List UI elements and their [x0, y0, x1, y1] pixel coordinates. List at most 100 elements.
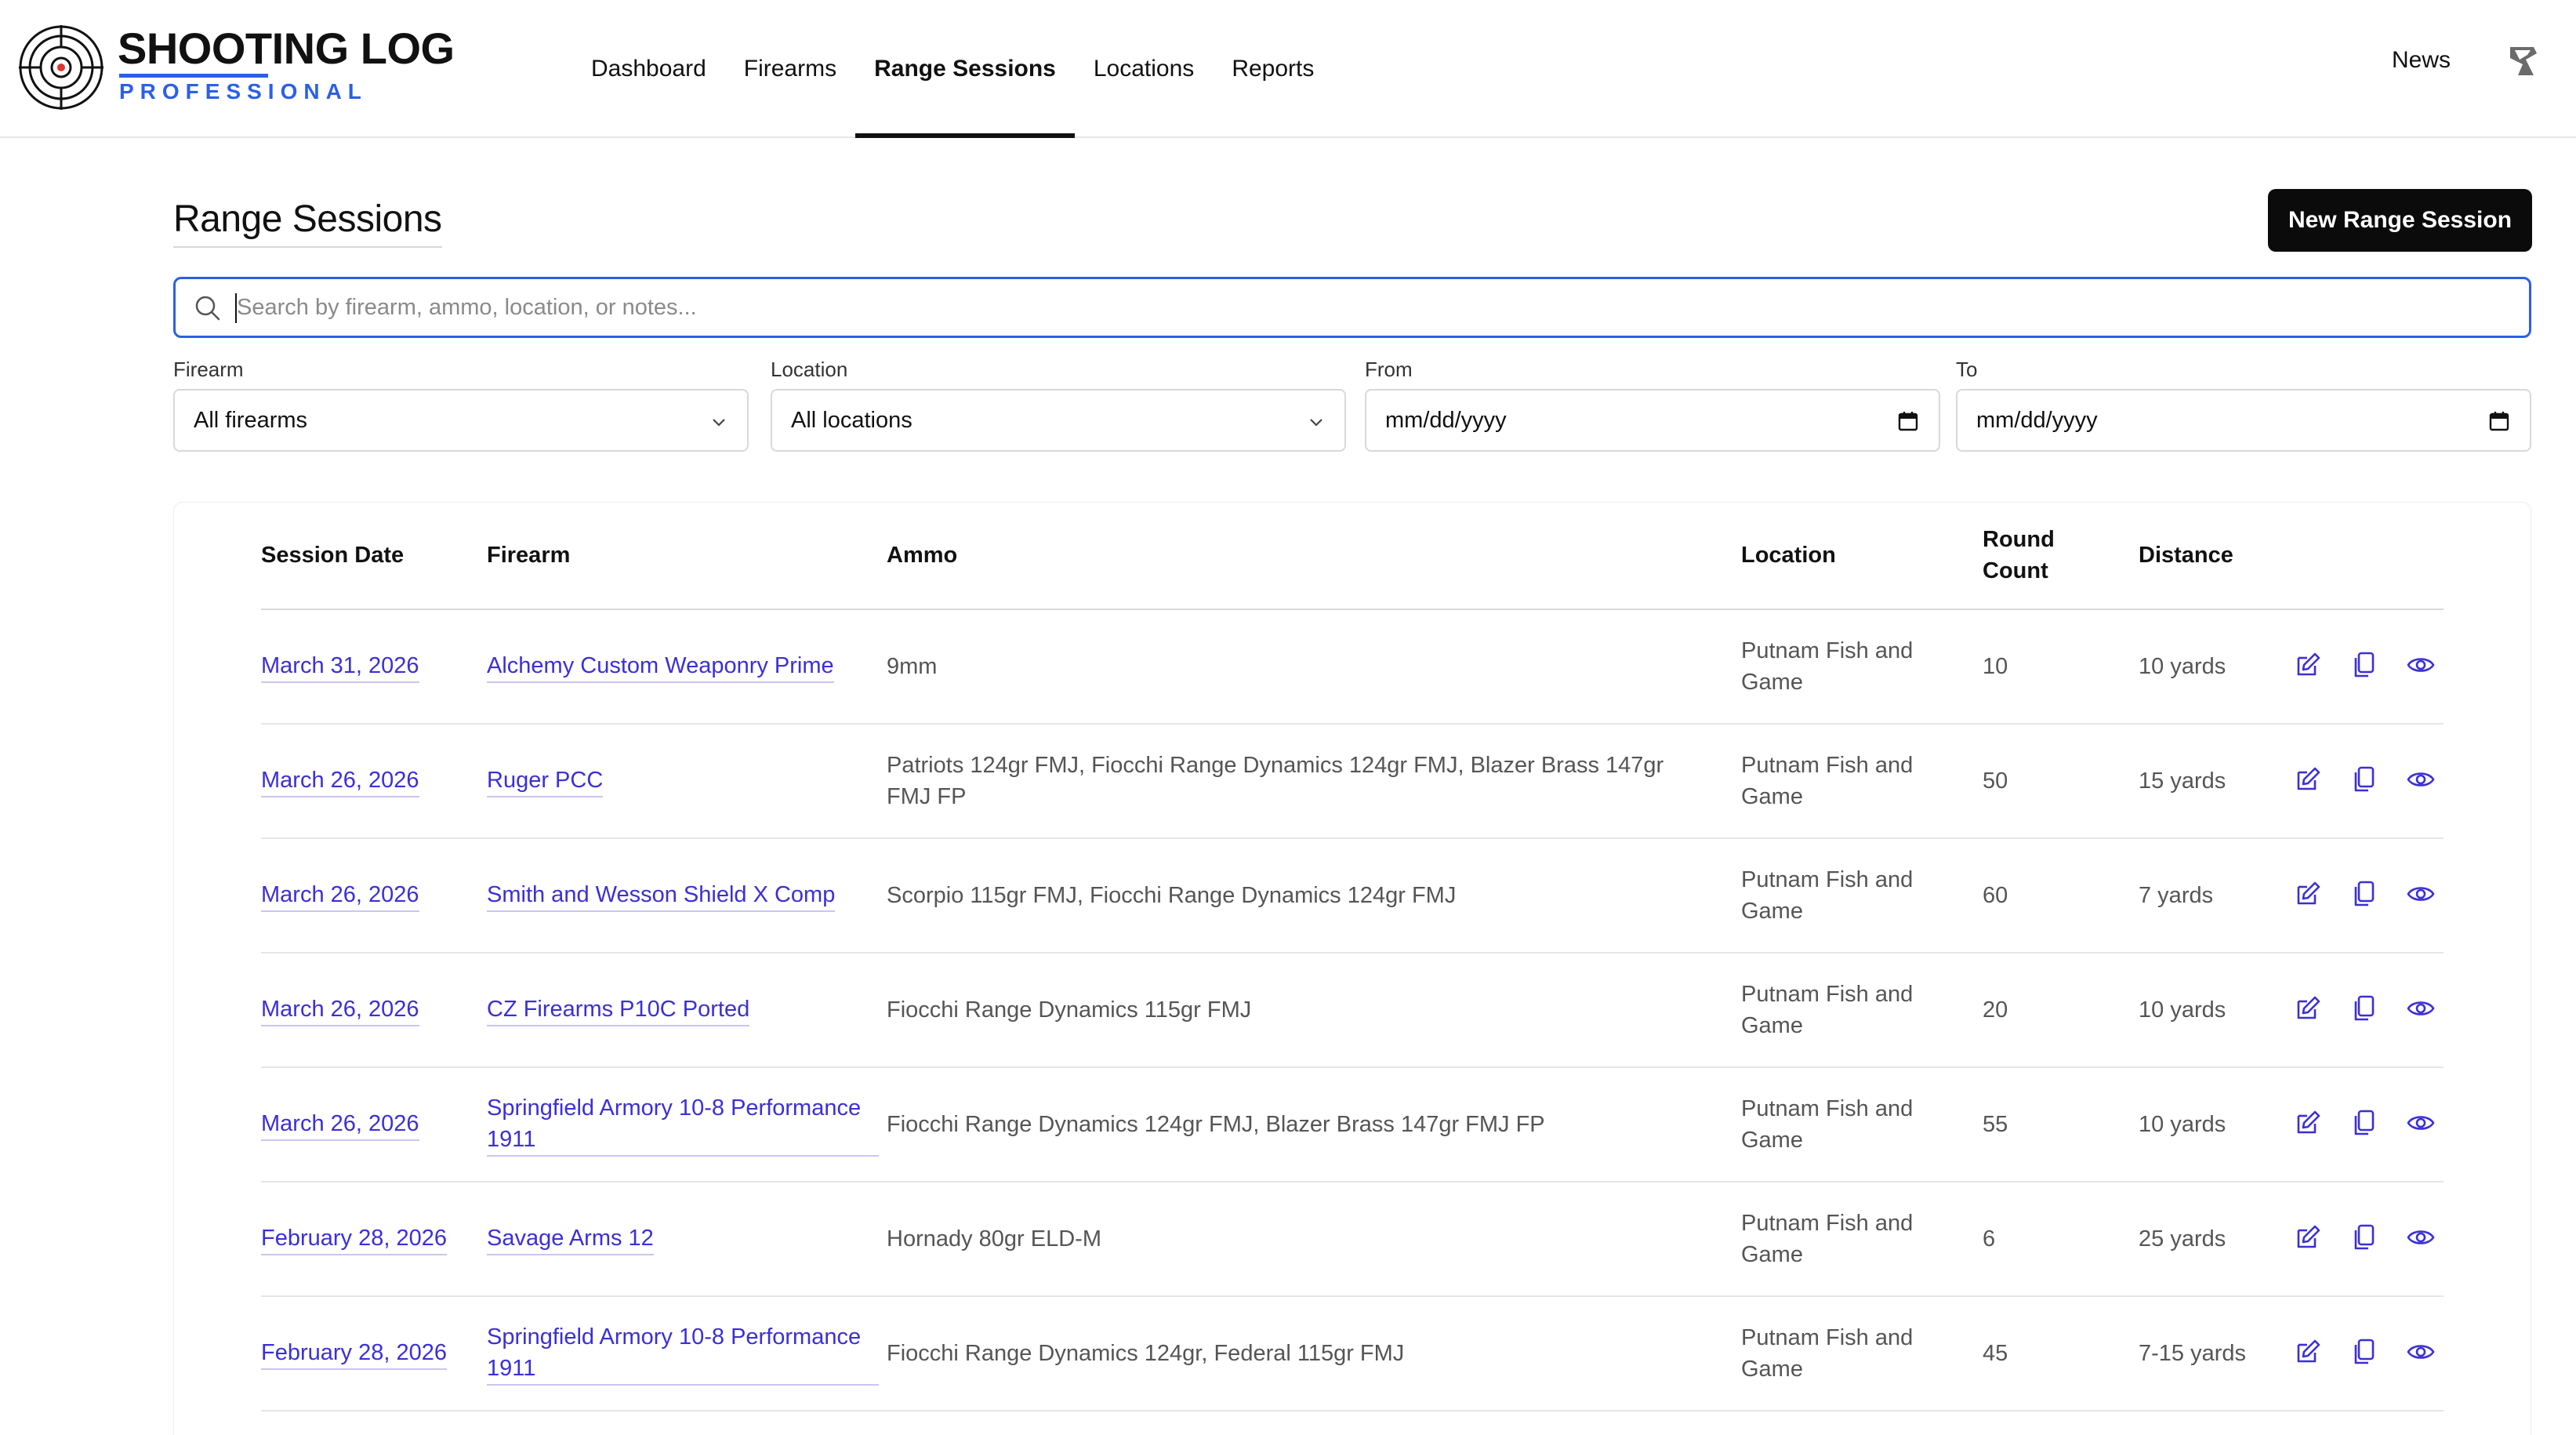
- session-date-cell: March 26, 2026: [261, 725, 473, 837]
- firearm-link[interactable]: Springfield Armory 10-8 Performance 1911: [487, 1092, 879, 1157]
- location-cell: Putnam Fish and Game: [1741, 1325, 1914, 1382]
- duplicate-icon: [2349, 1337, 2379, 1371]
- edit-button[interactable]: [2280, 765, 2336, 797]
- view-button[interactable]: [2393, 994, 2449, 1026]
- distance-cell: 10 yards: [2139, 1112, 2226, 1137]
- ammo-cell: Patriots 124gr FMJ, Fiocchi Range Dynami…: [887, 753, 1664, 809]
- session-date-link[interactable]: February 28, 2026: [261, 1222, 447, 1255]
- edit-icon: [2293, 879, 2323, 913]
- firearm-link[interactable]: Springfield Armory 10-8 Performance 1911: [487, 1321, 879, 1386]
- firearm-link[interactable]: Ruger PCC: [487, 765, 604, 797]
- page-title: Range Sessions: [173, 196, 442, 248]
- edit-button[interactable]: [2280, 1338, 2336, 1369]
- firearm-link[interactable]: Alchemy Custom Weaponry Prime: [487, 650, 834, 683]
- round-count-cell: 10: [1983, 654, 2008, 679]
- duplicate-button[interactable]: [2336, 880, 2393, 911]
- col-round-count[interactable]: Round Count: [1983, 524, 2069, 587]
- filter-location-label: Location: [771, 358, 848, 381]
- nav-reports[interactable]: Reports: [1213, 0, 1333, 138]
- session-date-link[interactable]: March 26, 2026: [261, 1108, 419, 1141]
- row-actions: [2280, 765, 2449, 797]
- round-count-cell: 20: [1983, 997, 2008, 1023]
- firearm-cell: Savage Arms 12: [487, 1183, 879, 1295]
- edit-button[interactable]: [2280, 651, 2336, 682]
- target-logo-icon[interactable]: [17, 24, 105, 111]
- filter-from-label: From: [1365, 358, 1413, 381]
- location-select[interactable]: All locations: [771, 389, 1346, 452]
- chevron-down-icon: [713, 419, 725, 427]
- to-date-input[interactable]: mm/dd/yyyy: [1956, 389, 2531, 452]
- row-actions: [2280, 1338, 2449, 1369]
- edit-icon: [2293, 650, 2323, 684]
- col-session-date[interactable]: Session Date: [261, 539, 404, 571]
- view-button[interactable]: [2393, 651, 2449, 682]
- calendar-icon[interactable]: [1896, 409, 1920, 433]
- nav-dashboard[interactable]: Dashboard: [572, 0, 725, 138]
- view-button[interactable]: [2393, 1109, 2449, 1140]
- session-date-link[interactable]: March 26, 2026: [261, 765, 419, 797]
- table-row: March 26, 2026 Ruger PCC Patriots 124gr …: [261, 725, 2444, 839]
- edit-button[interactable]: [2280, 880, 2336, 911]
- duplicate-button[interactable]: [2336, 765, 2393, 797]
- view-button[interactable]: [2393, 880, 2449, 911]
- duplicate-button[interactable]: [2336, 1338, 2393, 1369]
- session-date-cell: March 26, 2026: [261, 1068, 473, 1181]
- user-avatar-icon[interactable]: [2502, 41, 2543, 82]
- edit-icon: [2293, 1222, 2323, 1256]
- edit-button[interactable]: [2280, 1223, 2336, 1255]
- firearm-link[interactable]: Smith and Wesson Shield X Comp: [487, 879, 836, 912]
- search-input[interactable]: [237, 287, 2494, 328]
- col-distance[interactable]: Distance: [2139, 539, 2233, 571]
- view-icon: [2406, 1222, 2436, 1256]
- view-icon: [2406, 650, 2436, 684]
- app-subtitle: PROFESSIONAL: [119, 79, 368, 104]
- view-button[interactable]: [2393, 765, 2449, 797]
- round-count-cell: 6: [1983, 1226, 1996, 1252]
- distance-cell: 15 yards: [2139, 768, 2226, 794]
- duplicate-icon: [2349, 879, 2379, 913]
- firearm-cell: Springfield Armory 10-8 Performance 1911: [487, 1068, 879, 1181]
- duplicate-button[interactable]: [2336, 1109, 2393, 1140]
- session-date-link[interactable]: February 28, 2026: [261, 1337, 447, 1370]
- session-date-link[interactable]: March 26, 2026: [261, 879, 419, 912]
- session-date-link[interactable]: March 26, 2026: [261, 994, 419, 1026]
- edit-button[interactable]: [2280, 1109, 2336, 1140]
- round-count-cell: 45: [1983, 1341, 2008, 1366]
- view-button[interactable]: [2393, 1223, 2449, 1255]
- filter-to-label: To: [1956, 358, 1978, 381]
- duplicate-button[interactable]: [2336, 994, 2393, 1026]
- nav-firearms[interactable]: Firearms: [725, 0, 855, 138]
- duplicate-button[interactable]: [2336, 1223, 2393, 1255]
- firearm-link[interactable]: Savage Arms 12: [487, 1222, 654, 1255]
- view-icon: [2406, 879, 2436, 913]
- distance-cell: 10 yards: [2139, 997, 2226, 1023]
- firearm-select[interactable]: All firearms: [173, 389, 749, 452]
- row-actions: [2280, 880, 2449, 911]
- nav-locations[interactable]: Locations: [1075, 0, 1213, 138]
- view-icon: [2406, 1337, 2436, 1371]
- firearm-cell: Ruger PCC: [487, 725, 879, 837]
- session-date-cell: March 26, 2026: [261, 839, 473, 952]
- edit-button[interactable]: [2280, 994, 2336, 1026]
- view-button[interactable]: [2393, 1338, 2449, 1369]
- firearm-link[interactable]: CZ Firearms P10C Ported: [487, 994, 750, 1026]
- col-ammo[interactable]: Ammo: [887, 539, 957, 571]
- duplicate-button[interactable]: [2336, 651, 2393, 682]
- distance-cell: 10 yards: [2139, 654, 2226, 679]
- news-link[interactable]: News: [2392, 47, 2451, 74]
- view-icon: [2406, 765, 2436, 798]
- session-date-link[interactable]: March 31, 2026: [261, 650, 419, 683]
- location-select-value: All locations: [791, 407, 912, 433]
- to-date-value: mm/dd/yyyy: [1976, 407, 2098, 433]
- col-firearm[interactable]: Firearm: [487, 539, 570, 571]
- from-date-input[interactable]: mm/dd/yyyy: [1365, 389, 1940, 452]
- row-actions: [2280, 994, 2449, 1026]
- col-location[interactable]: Location: [1741, 539, 1836, 571]
- app-title[interactable]: SHOOTING LOG: [118, 24, 455, 74]
- new-range-session-button[interactable]: New Range Session: [2268, 189, 2532, 252]
- ammo-cell: Hornady 80gr ELD-M: [887, 1226, 1101, 1252]
- nav-range-sessions[interactable]: Range Sessions: [855, 0, 1075, 138]
- filter-firearm: Firearm All firearms: [173, 358, 749, 452]
- calendar-icon[interactable]: [2487, 409, 2511, 433]
- location-cell: Putnam Fish and Game: [1741, 638, 1914, 695]
